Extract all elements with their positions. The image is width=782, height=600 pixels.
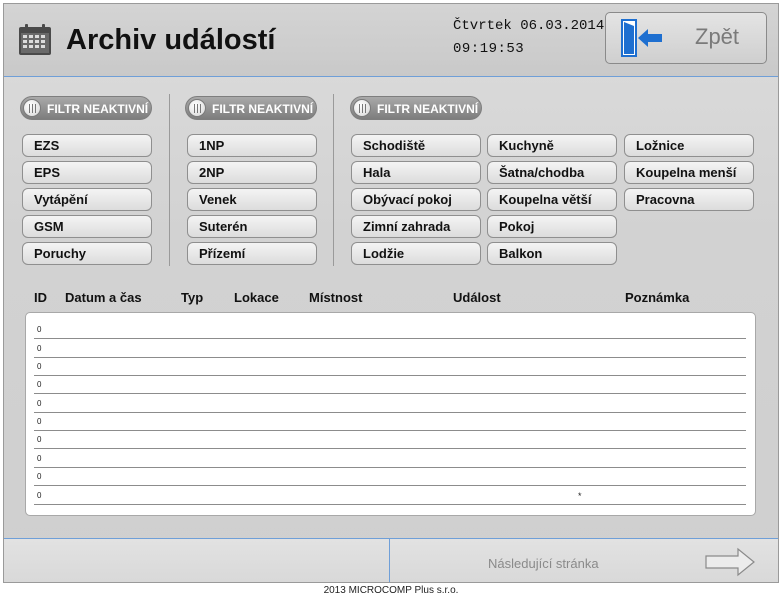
row-id: 0: [37, 344, 42, 353]
header-bar: Archiv událostí Čtvrtek 06.03.2014 09:19…: [4, 4, 778, 77]
footer-bar: Následující stránka: [4, 538, 778, 582]
table-row[interactable]: 0 *: [34, 487, 746, 505]
row-id: 0: [37, 325, 42, 334]
filter-room-button[interactable]: Zimní zahrada: [351, 215, 481, 238]
table-row[interactable]: 0: [34, 358, 746, 376]
row-id: 0: [37, 362, 42, 371]
filter-1np-button[interactable]: 1NP: [187, 134, 317, 157]
row-id: 0: [37, 454, 42, 463]
filter-ezs-button[interactable]: EZS: [22, 134, 152, 157]
table-row[interactable]: 0: [34, 376, 746, 394]
column-header-id: ID: [34, 290, 47, 305]
group-divider: [169, 94, 170, 266]
arrow-right-outline-icon[interactable]: [704, 547, 756, 577]
filter-room-button[interactable]: Pracovna: [624, 188, 754, 211]
current-date: Čtvrtek 06.03.2014: [453, 18, 605, 34]
table-row[interactable]: 0: [34, 321, 746, 339]
calendar-icon: [19, 24, 51, 55]
filter-room-button[interactable]: Lodžie: [351, 242, 481, 265]
toggle-knob-icon: [188, 99, 206, 117]
filter-eps-button[interactable]: EPS: [22, 161, 152, 184]
filter-toggle-rooms[interactable]: FILTR NEAKTIVNÍ: [350, 96, 482, 120]
column-header-room: Místnost: [309, 290, 363, 305]
page-title: Archiv událostí: [66, 24, 276, 56]
column-header-type: Typ: [181, 290, 204, 305]
next-page-button[interactable]: Následující stránka: [488, 556, 599, 571]
filter-gsm-button[interactable]: GSM: [22, 215, 152, 238]
filter-toggle-label: FILTR NEAKTIVNÍ: [212, 102, 314, 116]
row-id: 0: [37, 435, 42, 444]
filter-heating-button[interactable]: Vytápění: [22, 188, 152, 211]
table-row[interactable]: 0: [34, 340, 746, 358]
table-row[interactable]: 0: [34, 431, 746, 449]
filter-room-button[interactable]: Obývací pokoj: [351, 188, 481, 211]
filter-basement-button[interactable]: Suterén: [187, 215, 317, 238]
row-id: 0: [37, 380, 42, 389]
filter-room-button[interactable]: Kuchyně: [487, 134, 617, 157]
app-window: Archiv událostí Čtvrtek 06.03.2014 09:19…: [3, 3, 779, 583]
toggle-knob-icon: [353, 99, 371, 117]
back-button-label: Zpět: [695, 24, 740, 49]
column-header-datetime: Datum a čas: [65, 290, 142, 305]
copyright-text: 2013 MICROCOMP Plus s.r.o.: [323, 585, 459, 596]
event-table: 0 0 0 0 0 0 0 0 0 0 *: [25, 312, 756, 516]
filter-outside-button[interactable]: Venek: [187, 188, 317, 211]
filter-toggle-label: FILTR NEAKTIVNÍ: [377, 102, 479, 116]
filter-toggle-systems[interactable]: FILTR NEAKTIVNÍ: [20, 96, 152, 120]
filter-room-button[interactable]: Pokoj: [487, 215, 617, 238]
row-id: 0: [37, 472, 42, 481]
back-button[interactable]: Zpět: [605, 12, 767, 64]
row-id: 0: [37, 491, 42, 500]
row-note: *: [578, 491, 582, 501]
table-row[interactable]: 0: [34, 450, 746, 468]
row-id: 0: [37, 399, 42, 408]
filter-room-button[interactable]: Šatna/chodba: [487, 161, 617, 184]
column-header-event: Událost: [453, 290, 501, 305]
filter-toggle-floors[interactable]: FILTR NEAKTIVNÍ: [185, 96, 317, 120]
row-id: 0: [37, 417, 42, 426]
table-row[interactable]: 0: [34, 413, 746, 431]
current-time: 09:19:53: [453, 41, 525, 57]
table-row[interactable]: 0: [34, 468, 746, 486]
footer-divider: [389, 539, 390, 582]
filter-faults-button[interactable]: Poruchy: [22, 242, 152, 265]
filter-room-button[interactable]: Ložnice: [624, 134, 754, 157]
filter-room-button[interactable]: Schodiště: [351, 134, 481, 157]
filter-ground-floor-button[interactable]: Přízemí: [187, 242, 317, 265]
filter-room-button[interactable]: Koupelna menší: [624, 161, 754, 184]
table-row[interactable]: 0: [34, 395, 746, 413]
group-divider: [333, 94, 334, 266]
exit-door-arrow-icon: [621, 19, 662, 57]
toggle-knob-icon: [23, 99, 41, 117]
filter-toggle-label: FILTR NEAKTIVNÍ: [47, 102, 149, 116]
filter-room-button[interactable]: Balkon: [487, 242, 617, 265]
filter-room-button[interactable]: Hala: [351, 161, 481, 184]
filter-2np-button[interactable]: 2NP: [187, 161, 317, 184]
filter-room-button[interactable]: Koupelna větší: [487, 188, 617, 211]
column-header-note: Poznámka: [625, 290, 690, 305]
column-header-location: Lokace: [234, 290, 279, 305]
